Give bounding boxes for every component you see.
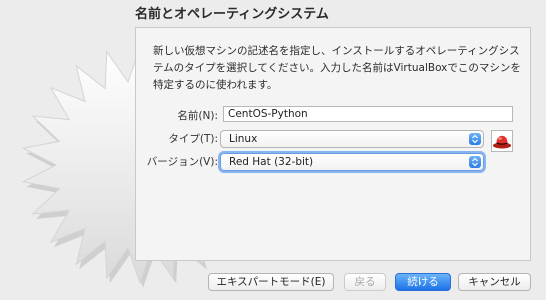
redhat-os-icon [491,130,513,152]
settings-panel: 新しい仮想マシンの記述名を指定し、インストールするオペレーティングシステムのタイ… [135,27,531,261]
description-text: 新しい仮想マシンの記述名を指定し、インストールするオペレーティングシステムのタイ… [153,45,521,91]
version-select[interactable]: Red Hat (32-bit) [220,153,484,171]
continue-button[interactable]: 続ける [395,273,451,291]
type-select[interactable]: Linux [220,130,484,148]
back-button[interactable]: 戻る [344,273,386,291]
version-label: バージョン(V): [146,156,218,168]
page-title: 名前とオペレーティングシステム [135,7,329,22]
cancel-button[interactable]: キャンセル [458,273,531,291]
type-label: タイプ(T): [168,133,218,145]
updown-chevron-icon [469,133,481,145]
updown-chevron-icon [469,156,481,168]
expert-mode-button[interactable]: エキスパートモード(E) [208,273,334,291]
name-label: 名前(N): [177,110,218,122]
type-select-value: Linux [229,133,258,145]
version-select-value: Red Hat (32-bit) [229,156,314,168]
name-field[interactable] [223,106,513,122]
